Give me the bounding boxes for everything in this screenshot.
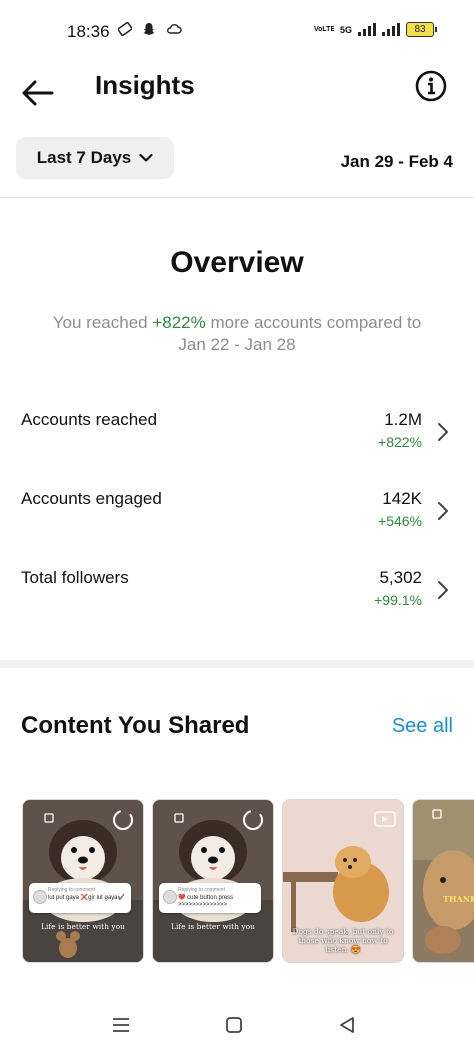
snapchat-icon (143, 23, 155, 35)
avatar (163, 890, 177, 904)
metric-row-accounts-reached[interactable]: Accounts reached 1.2M +822% (0, 410, 474, 480)
signal-icon-2 (382, 23, 400, 36)
metric-change: +822% (378, 434, 422, 450)
thumbnail-caption: Life is better with you (41, 922, 125, 931)
chevron-down-icon (139, 153, 153, 162)
arrow-left-icon (22, 80, 54, 106)
metric-change: +99.1% (374, 592, 422, 608)
date-range-dropdown-label: Last 7 Days (36, 148, 132, 167)
status-time: 18:36 (67, 22, 110, 41)
chevron-right-icon (438, 581, 448, 599)
status-notification-icons (118, 22, 182, 36)
content-thumbnail-2[interactable]: Replying to comment ❤️ cute button press… (152, 799, 274, 963)
info-button[interactable] (414, 69, 448, 103)
dog-photo (413, 800, 474, 962)
divider (0, 197, 474, 198)
metric-value: 5,302 (379, 568, 422, 587)
metric-label: Accounts reached (21, 410, 158, 429)
menu-icon (113, 1018, 129, 1032)
metric-change: +546% (378, 513, 422, 529)
overview-title: Overview (170, 246, 304, 279)
cloud-icon (167, 24, 182, 34)
chevron-right-icon (438, 502, 448, 520)
metric-value: 1.2M (384, 410, 422, 429)
dog-photo (153, 800, 273, 962)
metric-label: Total followers (21, 568, 129, 587)
status-system-icons: VoLTE 5G 83 (313, 22, 437, 37)
overview-subtitle: You reached +822% more accounts compared… (40, 312, 434, 356)
back-button[interactable] (18, 70, 58, 110)
metric-row-accounts-engaged[interactable]: Accounts engaged 142K +546% (0, 489, 474, 559)
info-circle-icon (415, 70, 447, 102)
comment-text: lut put gaya ❌gir lut gaya✔️ (48, 895, 125, 901)
comment-card: Replying to comment lut put gaya ❌gir lu… (29, 883, 131, 913)
overview-subtitle-highlight: +822% (152, 313, 206, 332)
system-nav-bar (0, 1005, 474, 1045)
battery-icon: 83 (406, 22, 437, 37)
metric-value: 142K (382, 489, 422, 508)
ticket-icon (118, 22, 132, 36)
comment-card: Replying to comment ❤️ cute button press… (159, 883, 261, 913)
overview-subtitle-prefix: You reached (52, 313, 153, 332)
home-button[interactable] (222, 1013, 246, 1037)
avatar (33, 890, 47, 904)
metric-row-total-followers[interactable]: Total followers 5,302 +99.1% (0, 568, 474, 638)
dog-photo (23, 800, 143, 962)
content-thumbnail-3[interactable]: Dogs do speak, but only to those who kno… (282, 799, 404, 963)
status-bar: 18:36 VoLTE 5G 83 (0, 0, 474, 62)
date-range-dropdown[interactable]: Last 7 Days (16, 137, 174, 179)
overview-subtitle-suffix: more accounts compared to Jan 22 - Jan 2… (178, 313, 422, 354)
thumbnail-caption: Life is better with you (171, 922, 255, 931)
chevron-right-icon (438, 423, 448, 441)
date-range-text: Jan 29 - Feb 4 (340, 152, 453, 171)
content-thumbnail-4[interactable]: THANK (412, 799, 474, 963)
thumbnail-caption: THANK (443, 894, 474, 904)
comment-user: Replying to comment (48, 887, 95, 893)
section-divider (0, 660, 474, 668)
page-title: Insights (95, 70, 195, 100)
metric-label: Accounts engaged (21, 489, 162, 508)
triangle-back-icon (340, 1017, 354, 1033)
header: Insights (0, 62, 474, 122)
signal-icon (358, 23, 376, 36)
recent-apps-button[interactable] (109, 1013, 133, 1037)
battery-level: 83 (414, 24, 426, 35)
square-icon (226, 1017, 242, 1033)
network-type-label: 5G (339, 24, 352, 35)
comment-text: ❤️ cute button press >>>>>>>>>>>>>> (178, 895, 234, 908)
comment-user: Replying to comment (178, 887, 225, 893)
system-back-button[interactable] (335, 1013, 359, 1037)
thumbnail-caption: Dogs do speak, but only to those who kno… (292, 927, 394, 954)
see-all-link[interactable]: See all (392, 715, 453, 738)
content-thumbnail-1[interactable]: Replying to comment lut put gaya ❌gir lu… (22, 799, 144, 963)
content-section-title: Content You Shared (21, 712, 250, 739)
volte-label: VoLTE (313, 26, 334, 33)
